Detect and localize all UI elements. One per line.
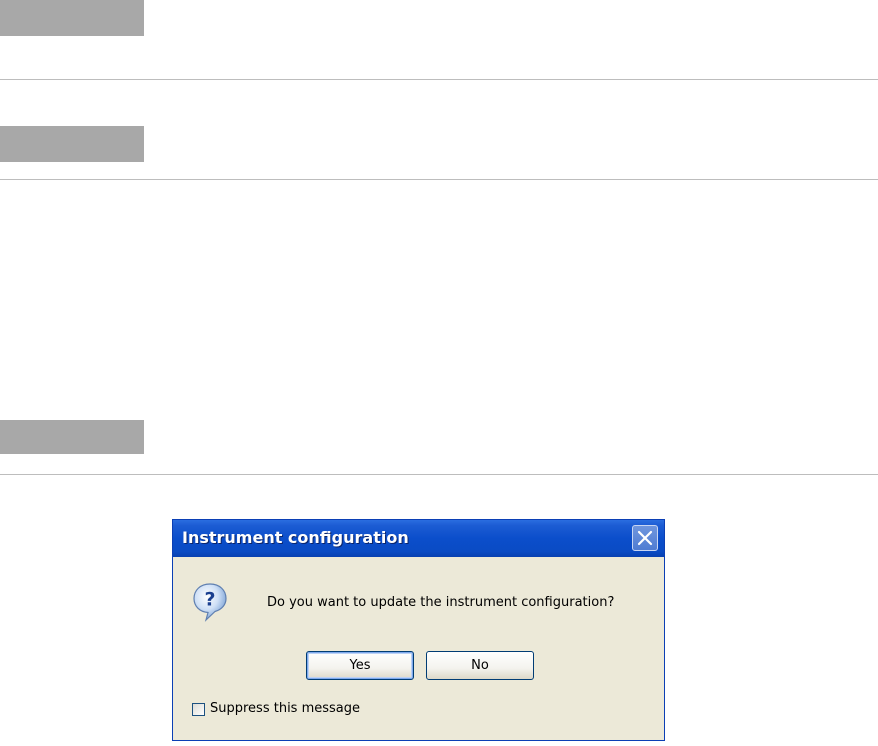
no-button[interactable]: No <box>426 651 534 680</box>
dialog-titlebar[interactable]: Instrument configuration <box>173 520 664 557</box>
section-divider-1 <box>0 79 878 80</box>
close-icon <box>637 530 653 546</box>
suppress-message-checkbox[interactable] <box>192 703 205 716</box>
dialog-message: Do you want to update the instrument con… <box>267 595 615 610</box>
svg-text:?: ? <box>204 589 215 611</box>
section-marker-1 <box>0 0 144 36</box>
section-marker-2 <box>0 126 144 162</box>
dialog-title: Instrument configuration <box>182 528 409 547</box>
close-button[interactable] <box>632 525 658 551</box>
yes-button[interactable]: Yes <box>306 651 414 680</box>
suppress-message-label[interactable]: Suppress this message <box>210 701 360 716</box>
section-divider-3 <box>0 474 878 475</box>
question-icon: ? <box>193 583 227 622</box>
section-marker-3 <box>0 420 144 454</box>
section-divider-2 <box>0 179 878 180</box>
instrument-configuration-dialog: Instrument configuration ? Do you want t… <box>172 519 665 741</box>
